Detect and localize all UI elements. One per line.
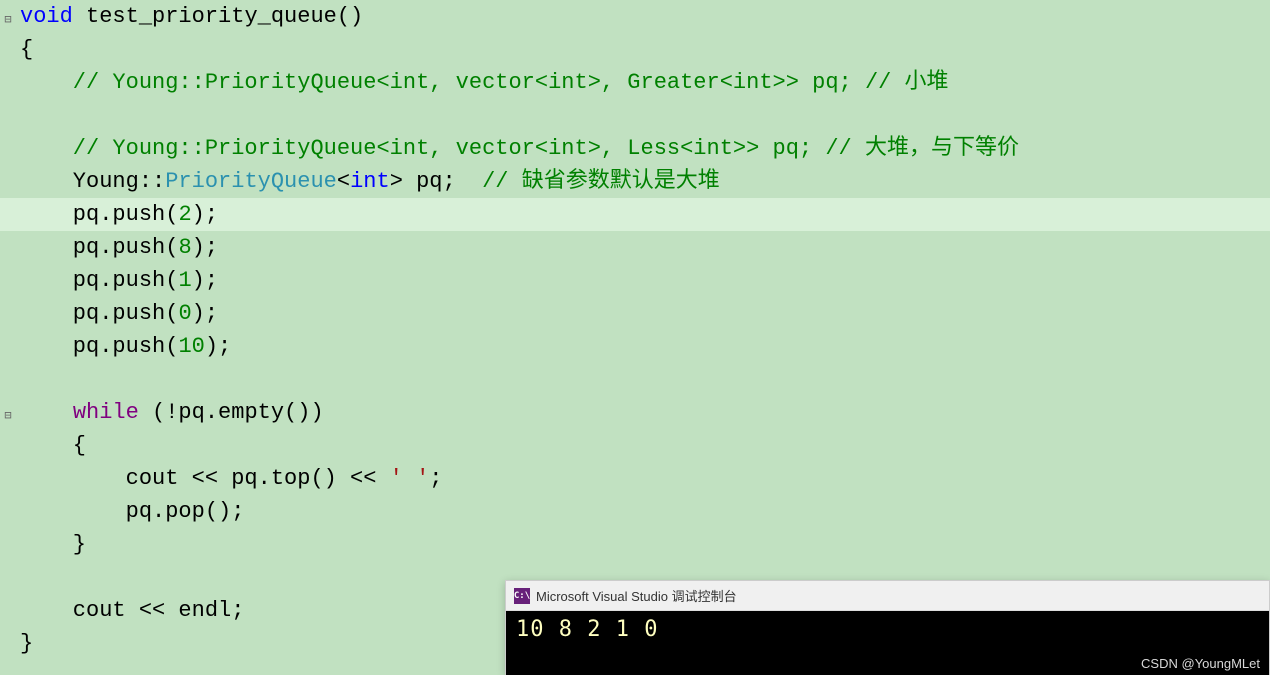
code-comment: // Young::PriorityQueue<int, vector<int>… (0, 132, 1270, 165)
code-text: ); (205, 334, 231, 359)
code-line: Young::PriorityQueue<int> pq; // 缺省参数默认是… (0, 165, 1270, 198)
keyword: void (20, 4, 73, 29)
code-text: pq.push( (20, 202, 178, 227)
code-line: pq.push(10); (0, 330, 1270, 363)
fold-icon[interactable]: ⊟ (2, 400, 14, 433)
console-titlebar[interactable]: C:\ Microsoft Visual Studio 调试控制台 (506, 581, 1269, 611)
vs-console-icon: C:\ (514, 588, 530, 604)
number-literal: 8 (178, 235, 191, 260)
code-text: ); (192, 202, 218, 227)
number-literal: 0 (178, 301, 191, 326)
char-literal: ' ' (390, 466, 430, 491)
watermark: CSDN @YoungMLet (1141, 656, 1260, 671)
code-comment: // 缺省参数默认是大堆 (482, 169, 720, 194)
code-line: pq.push(0); (0, 297, 1270, 330)
code-text: pq.push( (20, 301, 178, 326)
code-text: pq.push( (20, 268, 178, 293)
code-text: < (337, 169, 350, 194)
code-text: Young:: (20, 169, 165, 194)
code-line: void test_priority_queue() (0, 0, 1270, 33)
number-literal: 2 (178, 202, 191, 227)
console-title-text: Microsoft Visual Studio 调试控制台 (536, 586, 737, 605)
code-line: { (0, 33, 1270, 66)
code-line-current: pq.push(2); (0, 198, 1270, 231)
number-literal: 1 (178, 268, 191, 293)
type-name: PriorityQueue (165, 169, 337, 194)
code-text: pq.push( (20, 235, 178, 260)
code-text: (!pq.empty()) (139, 400, 324, 425)
code-line (0, 99, 1270, 132)
code-line: while (!pq.empty()) (0, 396, 1270, 429)
code-text: ; (429, 466, 442, 491)
code-line: pq.push(8); (0, 231, 1270, 264)
code-text (20, 400, 73, 425)
code-text: ); (192, 268, 218, 293)
code-line: } (0, 528, 1270, 561)
code-text: ); (192, 235, 218, 260)
fold-icon[interactable]: ⊟ (2, 4, 14, 37)
code-text: pq.push( (20, 334, 178, 359)
code-text: ); (192, 301, 218, 326)
number-literal: 10 (178, 334, 204, 359)
code-text: > pq; (390, 169, 482, 194)
code-comment: // Young::PriorityQueue<int, vector<int>… (0, 66, 1270, 99)
keyword: while (73, 400, 139, 425)
keyword: int (350, 169, 390, 194)
code-line: cout << pq.top() << ' '; (0, 462, 1270, 495)
code-line: pq.push(1); (0, 264, 1270, 297)
code-line: pq.pop(); (0, 495, 1270, 528)
code-editor[interactable]: ⊟ void test_priority_queue() { // Young:… (0, 0, 1270, 660)
function-decl: test_priority_queue() (73, 4, 363, 29)
code-text: cout << pq.top() << (20, 466, 390, 491)
code-line (0, 363, 1270, 396)
code-line: { (0, 429, 1270, 462)
